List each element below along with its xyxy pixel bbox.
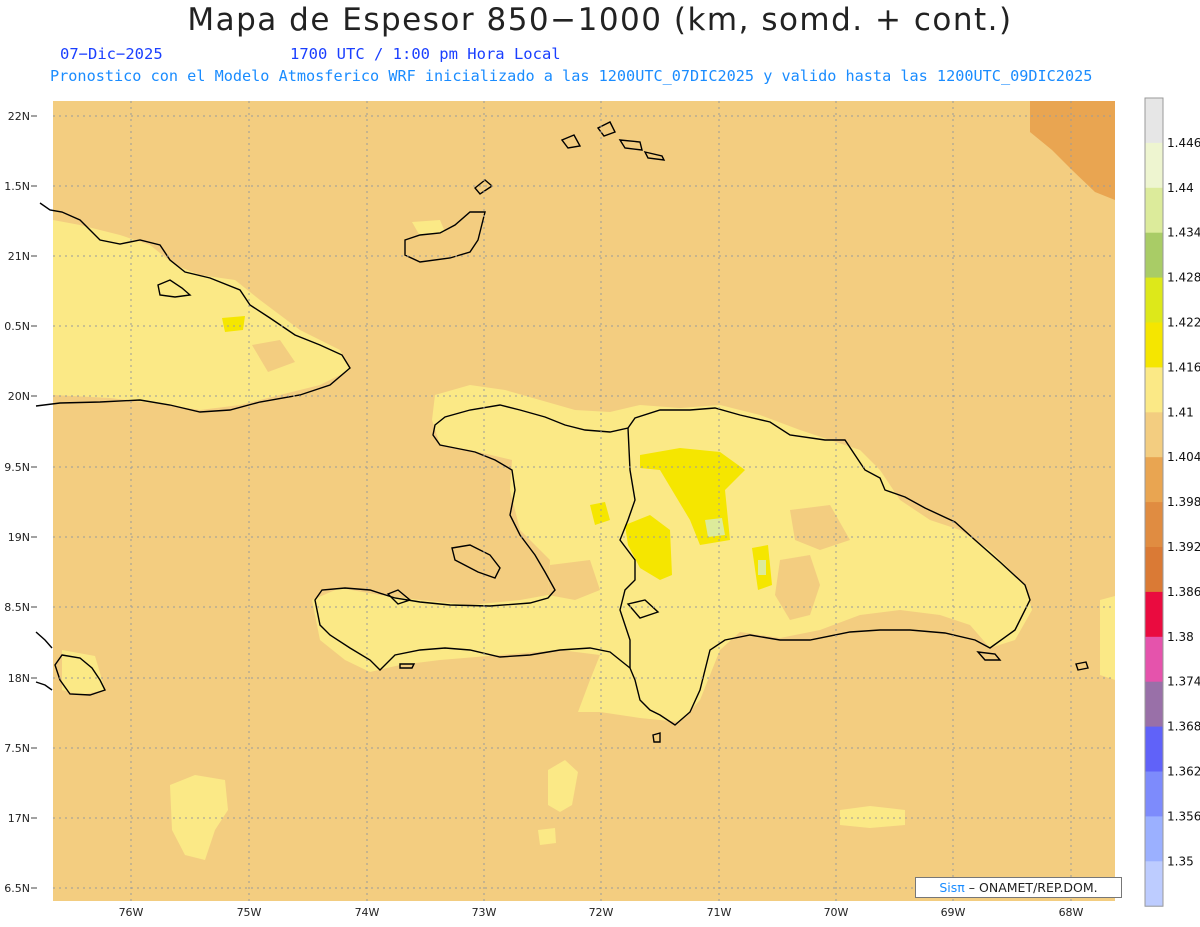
lat-labels: 22N 1.5N 21N 0.5N 20N 9.5N 19N 8.5N 18N …	[4, 110, 30, 895]
lat-label: 22N	[8, 110, 30, 123]
colorbar-label: 1.428	[1167, 271, 1200, 285]
colorbar-swatch	[1145, 277, 1163, 323]
colorbar-label: 1.404	[1167, 450, 1200, 464]
colorbar-swatch	[1145, 322, 1163, 368]
colorbar-swatch	[1145, 98, 1163, 144]
colorbar-label: 1.446	[1167, 136, 1200, 150]
colorbar-label: 1.374	[1167, 675, 1200, 689]
colorbar-swatch	[1145, 591, 1163, 638]
colorbar-swatch	[1145, 412, 1163, 458]
colorbar-label: 1.422	[1167, 316, 1200, 330]
colorbar: 1.446 1.44 1.434 1.428 1.422 1.416 1.41 1.404 1.…	[1144, 97, 1200, 907]
credit-sis: Sisπ	[939, 880, 965, 895]
lat-label: 0.5N	[4, 320, 30, 333]
credit-text: – ONAMET/REP.DOM.	[968, 880, 1098, 895]
lat-label: 9.5N	[4, 461, 30, 474]
colorbar-swatch	[1145, 547, 1163, 593]
lon-label: 70W	[824, 906, 849, 919]
lat-label: 1.5N	[4, 180, 30, 193]
lat-label: 19N	[8, 531, 30, 544]
lon-label: 76W	[119, 906, 144, 919]
colorbar-label: 1.398	[1167, 495, 1200, 509]
colorbar-label: 1.41	[1167, 405, 1194, 419]
colorbar-label: 1.368	[1167, 720, 1200, 734]
lon-label: 69W	[941, 906, 966, 919]
colorbar-swatch	[1145, 457, 1163, 503]
colorbar-swatch	[1145, 681, 1163, 728]
lon-label: 74W	[355, 906, 380, 919]
colorbar-label: 1.356	[1167, 809, 1200, 823]
lon-label: 72W	[589, 906, 614, 919]
colorbar-label: 1.35	[1167, 854, 1194, 868]
colorbar-swatch	[1145, 861, 1163, 907]
island-coastline	[35, 681, 53, 691]
lon-label: 68W	[1059, 906, 1084, 919]
axis-ticks	[31, 115, 37, 889]
colorbar-swatch	[1145, 816, 1163, 862]
colorbar-swatch	[1145, 502, 1163, 548]
lat-label: 8.5N	[4, 601, 30, 614]
colorbar-swatch	[1145, 367, 1163, 413]
lon-label: 75W	[237, 906, 262, 919]
colorbar-swatch	[1145, 771, 1163, 817]
island-land-field	[1100, 596, 1115, 680]
colorbar-swatch	[1145, 187, 1163, 234]
colorbar-swatch	[1145, 232, 1163, 279]
lat-label: 21N	[8, 250, 30, 263]
colorbar-label: 1.392	[1167, 540, 1200, 554]
colorbar-swatch	[1145, 726, 1163, 772]
colorbar-label: 1.386	[1167, 585, 1200, 599]
colorbar-label: 1.362	[1167, 765, 1200, 779]
lat-label: 20N	[8, 390, 30, 403]
colorbar-swatch	[1145, 636, 1163, 683]
lon-label: 73W	[472, 906, 497, 919]
cuba-yellow-spot	[222, 316, 245, 332]
colorbar-label: 1.38	[1167, 630, 1194, 644]
thickness-map: 22N 1.5N 21N 0.5N 20N 9.5N 19N 8.5N 18N …	[4, 97, 1200, 919]
lon-labels: 76W 75W 74W 73W 72W 71W 70W 69W 68W	[119, 906, 1084, 919]
lon-label: 71W	[707, 906, 732, 919]
colorbar-label: 1.44	[1167, 181, 1194, 195]
credit-box: Sisπ – ONAMET/REP.DOM.	[915, 877, 1122, 898]
colorbar-swatch	[1145, 142, 1163, 189]
hispaniola-green-spot	[705, 518, 725, 537]
hispaniola-green-spot	[758, 560, 766, 575]
island-land-field	[840, 806, 905, 828]
colorbar-label: 1.416	[1167, 360, 1200, 374]
colorbar-label: 1.434	[1167, 226, 1200, 240]
lat-label: 18N	[8, 672, 30, 685]
lat-label: 6.5N	[4, 882, 30, 895]
island-land-field	[538, 828, 556, 845]
lat-label: 17N	[8, 812, 30, 825]
lat-label: 7.5N	[4, 742, 30, 755]
island-coastline	[35, 631, 53, 649]
